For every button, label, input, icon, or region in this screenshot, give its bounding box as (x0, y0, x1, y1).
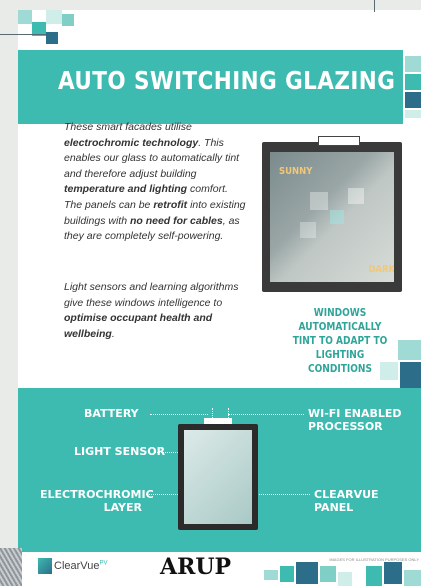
wifi-label-line2: PROCESSOR (308, 420, 383, 433)
text-bold: retrofit (153, 199, 188, 211)
paragraph-retrofit: The panels can be retrofit into existing… (64, 198, 254, 245)
decor-tile (338, 572, 352, 586)
leader-line (150, 414, 208, 415)
clearvue-panel-label: CLEARVUE PANEL (314, 488, 379, 514)
window-tab (318, 136, 360, 146)
decor-tile (405, 92, 421, 108)
logo-text: ClearVue (54, 560, 100, 572)
clearvue-logo: ClearVuePV (54, 560, 107, 572)
decor-tile (62, 14, 74, 26)
stripe-decoration (0, 548, 22, 586)
poster: AUTO SWITCHING GLAZING These smart facad… (18, 10, 421, 586)
electrochromic-label-line2: LAYER (103, 501, 142, 514)
text-span: comfort. (187, 183, 228, 195)
leader-line (154, 452, 178, 453)
decor-tile (400, 362, 421, 388)
decor-tile (46, 32, 58, 44)
dark-label: DARK (368, 264, 394, 275)
text-bold: optimise occupant health and wellbeing (64, 312, 213, 340)
frame-line (374, 0, 375, 12)
text-bold: no need for cables (129, 214, 223, 227)
arup-logo: ARUP (160, 554, 232, 580)
paragraph-electrochromic: These smart facades utilise electrochrom… (64, 120, 254, 198)
illustration-note: IMAGES FOR ILLUSTRATION PURPOSES ONLY (329, 557, 419, 562)
decor-tile (380, 362, 398, 380)
leader-line (228, 414, 304, 415)
decor-tile (398, 340, 421, 360)
light-sensor-label: LIGHT SENSOR (74, 445, 166, 458)
panel-glass (184, 430, 252, 524)
glass-tile (348, 188, 364, 204)
clearvue-logo-icon (38, 558, 52, 574)
decor-tile (404, 570, 421, 586)
leader-line (228, 408, 229, 418)
decor-tile (366, 566, 382, 586)
text-bold: electrochromic technology (64, 136, 199, 149)
decor-tile (405, 56, 421, 72)
decor-tile (405, 110, 421, 118)
paragraph-sensors: Light sensors and learning algorithms gi… (64, 280, 254, 342)
decor-tile (405, 74, 421, 90)
leader-line (256, 494, 310, 495)
caption-line: WINDOWS AUTOMATICALLY (298, 307, 382, 333)
glass-tile (310, 192, 328, 210)
decor-tile (18, 10, 32, 24)
sunny-label: SUNNY (278, 166, 313, 177)
glass-tile (330, 210, 344, 224)
frame-line (0, 34, 46, 35)
glass-tile (300, 222, 316, 238)
wifi-label-line1: WI-FI ENABLED (308, 407, 402, 420)
window-illustration: SUNNY DARK (262, 142, 402, 292)
decor-tile (280, 566, 294, 582)
page-title: AUTO SWITCHING GLAZING (58, 66, 396, 95)
decor-tile (320, 566, 336, 582)
text-span: The panels can be (64, 199, 154, 211)
decor-tile (384, 562, 402, 584)
window-glass: SUNNY DARK (270, 152, 394, 282)
text-span: . (111, 327, 115, 340)
clearvue-panel (178, 424, 258, 530)
caption-line: TINT TO ADAPT TO LIGHTING (292, 335, 388, 361)
text-span: Light sensors and learning algorithms gi… (64, 281, 239, 309)
electrochromic-label-line1: ELECTROCHROMIC (40, 488, 154, 501)
battery-label: BATTERY (84, 407, 139, 420)
text-span: These smart facades utilise (64, 121, 192, 133)
logo-sup: PV (99, 560, 108, 567)
text-bold: temperature and lighting (64, 183, 188, 195)
decor-tile (296, 562, 318, 584)
leader-line (212, 408, 213, 418)
decor-tile (264, 570, 278, 580)
decor-tile (46, 10, 62, 24)
